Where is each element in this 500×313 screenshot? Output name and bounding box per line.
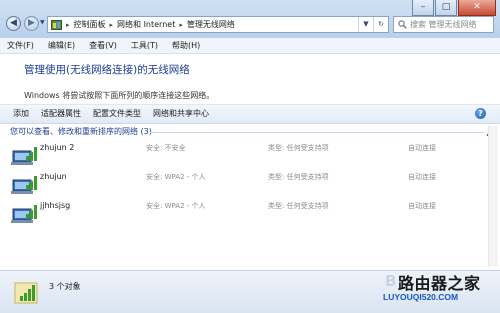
breadcrumb-separator: ▸ bbox=[109, 20, 114, 29]
breadcrumb-separator: ▸ bbox=[66, 20, 70, 29]
network-list: zhujun 2 安全: 不安全 类型: 任何受支持项 自动连接 zhujun … bbox=[0, 140, 500, 227]
add-button[interactable]: 添加 bbox=[0, 105, 34, 123]
network-row[interactable]: zhujun 2 安全: 不安全 类型: 任何受支持项 自动连接 bbox=[0, 140, 500, 169]
menu-tools[interactable]: 工具(T) bbox=[124, 38, 165, 53]
network-name: jjhhsjsg bbox=[40, 201, 71, 210]
back-icon: ◀ bbox=[10, 18, 17, 28]
network-group-header[interactable]: 您可以查看、修改和重新排序的网络 (3) ▲ bbox=[10, 126, 492, 138]
recent-pages-chevron-icon[interactable]: ▼ bbox=[40, 19, 45, 26]
minimize-button[interactable]: – bbox=[412, 0, 434, 16]
wireless-network-icon bbox=[11, 176, 37, 194]
menu-view[interactable]: 查看(V) bbox=[82, 38, 124, 53]
window-chrome: – □ ✕ ◀ ▶ ▼ ▸ 控制面板 ▸ 网络和 Internet ▸ 管理无线… bbox=[0, 0, 500, 38]
page-title: 管理使用(无线网络连接)的无线网络 bbox=[24, 64, 190, 76]
maximize-button[interactable]: □ bbox=[435, 0, 457, 16]
page-description: Windows 将尝试按照下面所列的顺序连接这些网络。 bbox=[24, 91, 215, 100]
search-icon bbox=[398, 20, 407, 29]
search-placeholder: 搜索 管理无线网络 bbox=[410, 20, 477, 29]
network-connect-mode: 自动连接 bbox=[408, 144, 436, 152]
address-bar[interactable]: ▸ 控制面板 ▸ 网络和 Internet ▸ 管理无线网络 ▼ ↻ bbox=[47, 16, 389, 33]
wireless-network-icon bbox=[11, 147, 37, 165]
back-button[interactable]: ◀ bbox=[6, 16, 21, 31]
network-security: 安全: 不安全 bbox=[146, 144, 186, 152]
network-security: 安全: WPA2 - 个人 bbox=[146, 202, 206, 210]
breadcrumb-manage-wireless[interactable]: 管理无线网络 bbox=[187, 19, 235, 30]
menu-edit[interactable]: 编辑(E) bbox=[41, 38, 82, 53]
adapter-properties-button[interactable]: 适配器属性 bbox=[34, 105, 86, 123]
watermark-title: 路由器之家 bbox=[398, 274, 481, 293]
command-toolbar: 添加 适配器属性 配置文件类型 网络和共享中心 ? bbox=[0, 104, 500, 124]
breadcrumb-separator: ▸ bbox=[179, 20, 183, 29]
close-button[interactable]: ✕ bbox=[458, 0, 496, 16]
signal-bars-icon bbox=[14, 282, 38, 304]
network-type: 类型: 任何受支持项 bbox=[268, 173, 329, 181]
network-row[interactable]: zhujun 安全: WPA2 - 个人 类型: 任何受支持项 自动连接 bbox=[0, 169, 500, 198]
menu-file[interactable]: 文件(F) bbox=[0, 38, 41, 53]
control-panel-icon bbox=[51, 19, 62, 30]
menu-help[interactable]: 帮助(H) bbox=[165, 38, 207, 53]
group-header-label: 您可以查看、修改和重新排序的网络 (3) bbox=[10, 127, 152, 136]
forward-icon: ▶ bbox=[28, 18, 35, 28]
search-input[interactable]: 搜索 管理无线网络 bbox=[393, 16, 494, 33]
help-icon[interactable]: ? bbox=[475, 108, 486, 119]
network-name: zhujun 2 bbox=[40, 143, 75, 152]
network-name: zhujun bbox=[40, 172, 67, 181]
refresh-icon[interactable]: ↻ bbox=[373, 17, 388, 32]
watermark-url: LUYOUQI520.COM bbox=[383, 292, 459, 302]
watermark-partial: B bbox=[385, 272, 397, 290]
network-type: 类型: 任何受支持项 bbox=[268, 144, 329, 152]
wireless-network-icon bbox=[11, 205, 37, 223]
breadcrumb-control-panel[interactable]: 控制面板 bbox=[74, 19, 106, 30]
object-count: 3 个对象 bbox=[49, 282, 81, 291]
window-controls: – □ ✕ bbox=[412, 0, 496, 17]
page-header: 管理使用(无线网络连接)的无线网络 Windows 将尝试按照下面所列的顺序连接… bbox=[24, 62, 484, 101]
profile-types-button[interactable]: 配置文件类型 bbox=[86, 105, 146, 123]
forward-button[interactable]: ▶ bbox=[24, 16, 39, 31]
network-connect-mode: 自动连接 bbox=[408, 173, 436, 181]
breadcrumb-network-internet[interactable]: 网络和 Internet bbox=[117, 19, 175, 30]
network-type: 类型: 任何受支持项 bbox=[268, 202, 329, 210]
network-row[interactable]: jjhhsjsg 安全: WPA2 - 个人 类型: 任何受支持项 自动连接 bbox=[0, 198, 500, 227]
menu-bar: 文件(F) 编辑(E) 查看(V) 工具(T) 帮助(H) bbox=[0, 38, 500, 54]
network-security: 安全: WPA2 - 个人 bbox=[146, 173, 206, 181]
address-dropdown-chevron-icon[interactable]: ▼ bbox=[358, 17, 373, 32]
network-sharing-center-button[interactable]: 网络和共享中心 bbox=[146, 105, 214, 123]
network-connect-mode: 自动连接 bbox=[408, 202, 436, 210]
group-divider bbox=[150, 132, 484, 133]
